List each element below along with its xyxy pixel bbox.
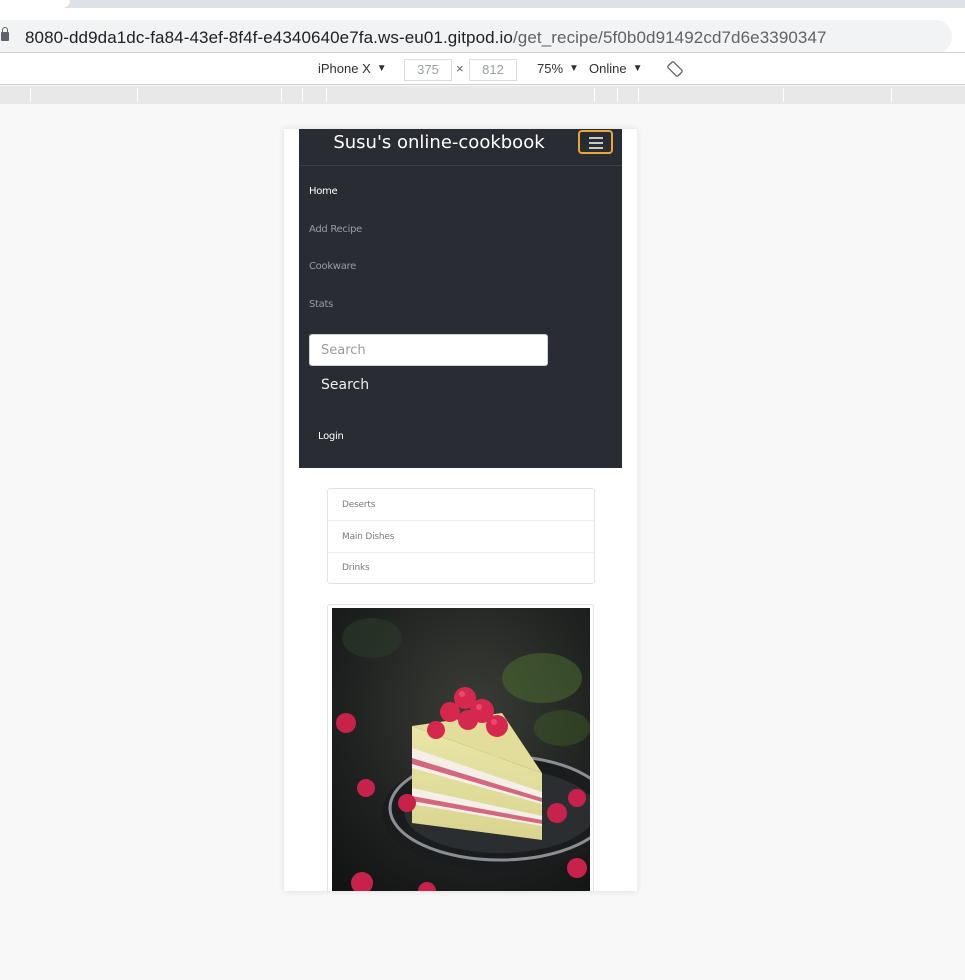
- url-text: 8080-dd9da1dc-fa84-43ef-8f4f-e4340640e7f…: [25, 28, 827, 48]
- caret-down-icon: ▼: [376, 63, 387, 74]
- active-tab[interactable]: [0, 0, 70, 8]
- caret-down-icon: ▼: [632, 63, 643, 74]
- device-label: iPhone X: [318, 61, 371, 76]
- search-input[interactable]: [309, 334, 548, 366]
- site-brand[interactable]: Susu's online-cookbook: [299, 132, 579, 153]
- site-navbar: Susu's online-cookbook Home Add Recipe C…: [299, 129, 622, 468]
- navbar-divider: [299, 165, 622, 166]
- address-bar: 8080-dd9da1dc-fa84-43ef-8f4f-e4340640e7f…: [0, 8, 965, 54]
- device-toolbar: iPhone X ▼ 375 × 812 75% ▼ Online ▼: [0, 52, 965, 85]
- category-list: Deserts Main Dishes Drinks: [327, 488, 595, 584]
- url-field[interactable]: 8080-dd9da1dc-fa84-43ef-8f4f-e4340640e7f…: [0, 20, 952, 54]
- nav-link-home[interactable]: Home: [309, 186, 338, 197]
- category-item-deserts[interactable]: Deserts: [328, 489, 594, 521]
- height-input[interactable]: 812: [469, 59, 517, 81]
- media-query-ruler[interactable]: [0, 86, 965, 104]
- zoom-select[interactable]: 75% ▼: [537, 61, 579, 76]
- network-label: Online: [589, 61, 627, 76]
- nav-link-cookware[interactable]: Cookware: [309, 261, 356, 272]
- rotate-icon[interactable]: [667, 61, 683, 77]
- width-input[interactable]: 375: [404, 59, 452, 81]
- search-button[interactable]: Search: [321, 377, 369, 393]
- url-path: /get_recipe/5f0b0d91492cd7d6e3390347: [512, 28, 827, 47]
- zoom-label: 75%: [537, 61, 564, 76]
- recipe-image: [332, 608, 590, 891]
- category-item-drinks[interactable]: Drinks: [328, 552, 594, 584]
- device-select[interactable]: iPhone X ▼: [318, 61, 387, 76]
- category-item-main-dishes[interactable]: Main Dishes: [328, 521, 594, 553]
- navbar-toggler[interactable]: [578, 130, 613, 154]
- nav-link-add-recipe[interactable]: Add Recipe: [309, 224, 362, 235]
- caret-down-icon: ▼: [569, 63, 579, 74]
- times-sign: ×: [456, 61, 464, 76]
- login-link[interactable]: Login: [318, 431, 344, 442]
- lock-icon[interactable]: [1, 27, 9, 41]
- nav-link-stats[interactable]: Stats: [309, 299, 333, 310]
- tab-strip: [0, 0, 965, 8]
- recipe-card: [327, 604, 594, 891]
- url-host: 8080-dd9da1dc-fa84-43ef-8f4f-e4340640e7f…: [25, 28, 513, 47]
- network-select[interactable]: Online ▼: [589, 61, 642, 76]
- device-viewport: Susu's online-cookbook Home Add Recipe C…: [284, 129, 637, 891]
